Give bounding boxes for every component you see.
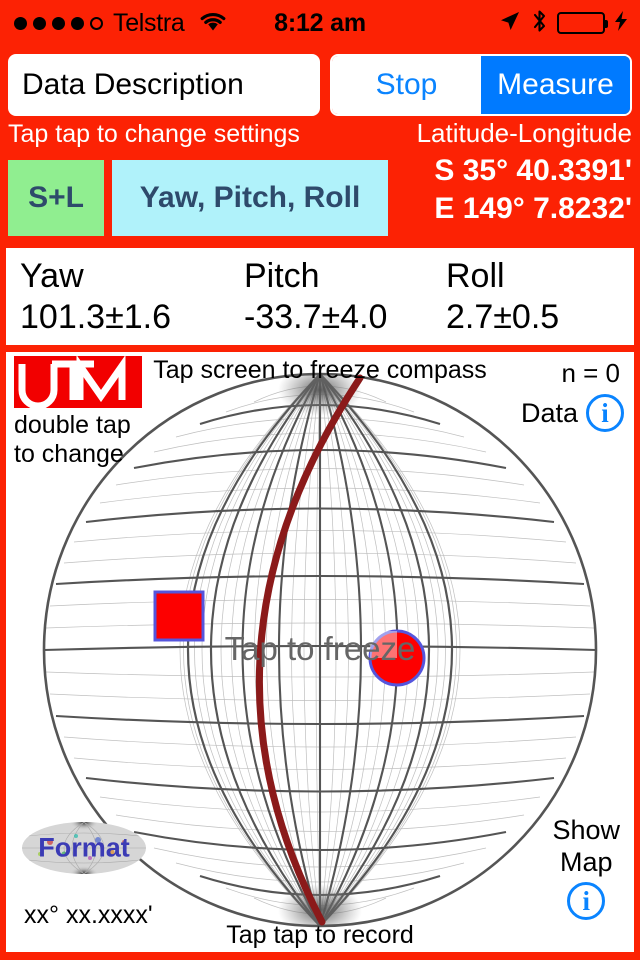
data-description-input[interactable] bbox=[8, 54, 320, 116]
yaw-readout: Yaw 101.3±1.6 bbox=[20, 256, 171, 338]
utm-logo-block[interactable]: double tap to change bbox=[14, 354, 142, 469]
charging-bolt-icon bbox=[614, 10, 628, 37]
pitch-readout: Pitch -33.7±4.0 bbox=[244, 256, 387, 338]
data-label: Data bbox=[520, 397, 578, 428]
signal-strength-dots bbox=[14, 16, 103, 30]
data-info-group[interactable]: Data i bbox=[521, 394, 624, 432]
stop-button[interactable]: Stop bbox=[332, 56, 481, 114]
status-bar-left: Telstra bbox=[14, 0, 228, 46]
measure-button[interactable]: Measure bbox=[481, 56, 630, 114]
measure-segmented-control[interactable]: Stop Measure bbox=[330, 54, 632, 116]
info-icon[interactable]: i bbox=[586, 394, 624, 432]
pitch-label: Pitch bbox=[244, 257, 320, 295]
marker-square bbox=[153, 590, 205, 642]
roll-value: 2.7±0.5 bbox=[446, 298, 560, 336]
utm-caption-line1: double tap bbox=[14, 411, 131, 439]
pitch-value: -33.7±4.0 bbox=[244, 298, 388, 336]
signal-dot-filled bbox=[71, 16, 84, 30]
format-button[interactable]: Format bbox=[20, 818, 148, 878]
mode-button-strike-dip[interactable]: S+L bbox=[8, 160, 104, 236]
roll-readout: Roll 2.7±0.5 bbox=[446, 256, 559, 338]
app-root: Telstra 8:12 am Data Description Stop Me… bbox=[0, 0, 640, 960]
status-bar-clock: 8:12 am bbox=[274, 8, 366, 37]
yaw-label: Yaw bbox=[20, 257, 84, 295]
show-map-label-line1: Show bbox=[552, 815, 620, 845]
signal-dot-filled bbox=[33, 16, 46, 30]
orientation-readout-panel: Yaw 101.3±1.6 Pitch -33.7±4.0 Roll 2.7±0… bbox=[6, 248, 634, 345]
signal-dot-empty bbox=[90, 16, 103, 30]
latitude-longitude-values: S 35° 40.3391' E 149° 7.8232' bbox=[434, 152, 632, 228]
longitude-value: E 149° 7.8232' bbox=[434, 192, 632, 225]
signal-dot-filled bbox=[14, 16, 27, 30]
stereonet-panel[interactable]: Tap to freeze Tap screen to freeze compa… bbox=[6, 352, 634, 952]
location-arrow-icon bbox=[498, 9, 522, 38]
signal-dot-filled bbox=[52, 16, 65, 30]
yaw-value: 101.3±1.6 bbox=[20, 298, 172, 336]
stereonet-density-icon bbox=[22, 822, 146, 874]
mode-button-yaw-pitch-roll[interactable]: Yaw, Pitch, Roll bbox=[112, 160, 388, 236]
tap-to-freeze-hint: Tap to freeze bbox=[225, 630, 416, 667]
top-toolbar: Stop Measure bbox=[0, 54, 640, 116]
info-icon[interactable]: i bbox=[567, 882, 606, 920]
utm-caption-line2: to change bbox=[14, 440, 124, 468]
coordinate-format-sample: xx° xx.xxxx' bbox=[24, 901, 153, 929]
wifi-icon bbox=[198, 10, 228, 37]
utm-logo-caption: double tap to change bbox=[14, 411, 142, 469]
latitude-value: S 35° 40.3391' bbox=[434, 154, 632, 187]
carrier-name: Telstra bbox=[113, 8, 185, 37]
status-bar: Telstra 8:12 am bbox=[0, 0, 640, 46]
bluetooth-icon bbox=[531, 8, 548, 39]
settings-hint-text: Tap tap to change settings bbox=[8, 120, 300, 148]
battery-charging-icon bbox=[557, 12, 608, 34]
status-bar-right bbox=[498, 0, 628, 46]
roll-label: Roll bbox=[446, 257, 505, 295]
show-map-group[interactable]: Show Map i bbox=[552, 814, 620, 920]
measurement-count: n = 0 bbox=[561, 358, 620, 388]
latitude-longitude-title: Latitude-Longitude bbox=[416, 118, 632, 148]
show-map-label-line2: Map bbox=[559, 847, 613, 877]
utm-logo-icon[interactable] bbox=[14, 354, 142, 410]
